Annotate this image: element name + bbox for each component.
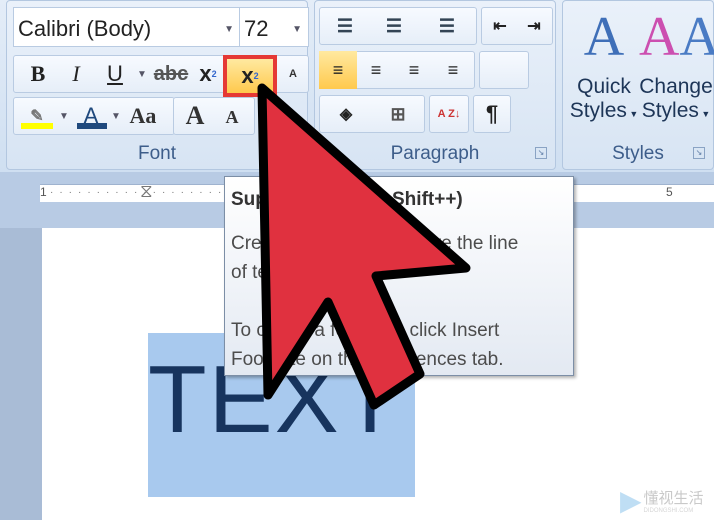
watermark-logo-icon: ▶ xyxy=(620,485,642,516)
watermark: ▶ 懂视生活 DIDONGSHI.COM xyxy=(620,484,704,517)
watermark-domain: DIDONGSHI.COM xyxy=(643,508,694,514)
red-arrow-pointer-icon xyxy=(257,83,471,410)
arrow-shape xyxy=(257,83,471,410)
watermark-name: 懂视生活 xyxy=(643,490,704,507)
